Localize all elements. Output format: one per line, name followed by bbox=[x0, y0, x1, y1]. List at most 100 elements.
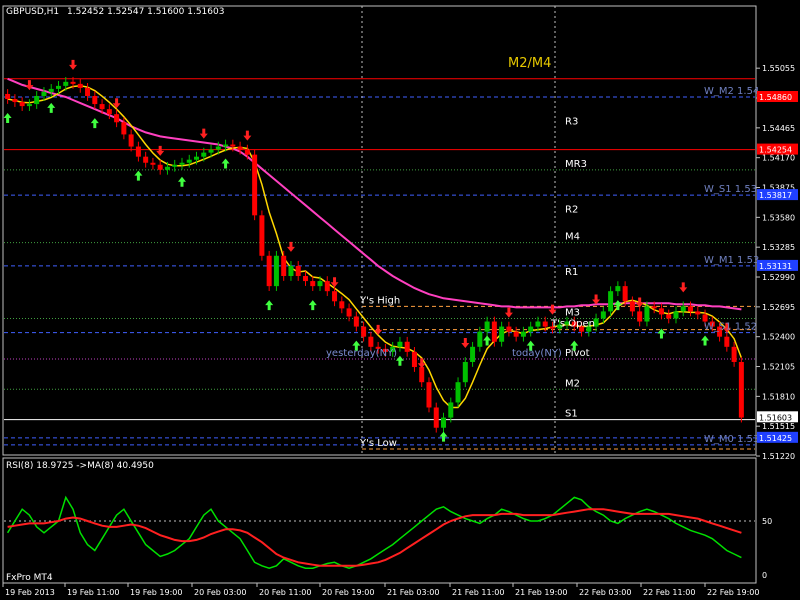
candle-body-16 bbox=[121, 122, 127, 135]
candle-body-40 bbox=[295, 265, 301, 277]
candle-body-26 bbox=[194, 156, 200, 160]
x-tick-label-5: 20 Feb 19:00 bbox=[322, 588, 374, 597]
candle-body-62 bbox=[455, 382, 461, 403]
candle-body-61 bbox=[448, 402, 454, 418]
candle-body-88 bbox=[644, 306, 650, 322]
level-label-19: Y's Low bbox=[359, 438, 397, 449]
candle-body-66 bbox=[484, 321, 490, 332]
candle-body-25 bbox=[186, 159, 192, 163]
candle-body-100 bbox=[731, 346, 737, 362]
broker-label: FxPro MT4 bbox=[6, 573, 53, 583]
candle-body-54 bbox=[397, 341, 403, 347]
y-tick-label-7: 1.52990 bbox=[762, 273, 795, 282]
candle-body-43 bbox=[317, 281, 323, 287]
level-label-15: M2 bbox=[565, 378, 580, 389]
x-tick-label-4: 20 Feb 11:00 bbox=[259, 588, 311, 597]
level-label-5: W_S1 1.53 bbox=[704, 184, 757, 195]
candle-body-73 bbox=[535, 321, 541, 327]
candle-body-70 bbox=[513, 331, 519, 337]
level-label-0: W_M2 1.54 bbox=[704, 86, 759, 97]
candle-body-27 bbox=[201, 152, 207, 157]
today-ny-label: today(NY) bbox=[512, 348, 562, 359]
candle-body-35 bbox=[259, 215, 265, 256]
candle-body-14 bbox=[106, 109, 112, 115]
candle-body-7 bbox=[55, 85, 61, 89]
candle-body-59 bbox=[433, 407, 439, 428]
level-label-12: T's Open bbox=[550, 319, 595, 330]
candle-body-3 bbox=[26, 104, 32, 107]
candle-body-94 bbox=[688, 306, 694, 312]
candle-body-45 bbox=[332, 291, 338, 302]
candle-body-93 bbox=[680, 306, 686, 312]
candle-body-72 bbox=[528, 326, 534, 332]
rsi-tick-1: 0 bbox=[762, 571, 767, 580]
y-tick-label-3: 1.54170 bbox=[762, 154, 795, 163]
y-tick-label-12: 1.51515 bbox=[762, 422, 795, 431]
candle-body-58 bbox=[426, 382, 432, 408]
level-label-13: W_S1 1.52 bbox=[704, 322, 757, 333]
candle-body-42 bbox=[310, 281, 316, 287]
candle-body-91 bbox=[666, 314, 672, 319]
candle-body-1 bbox=[12, 99, 18, 103]
level-label-11: M3 bbox=[565, 307, 580, 318]
candle-body-10 bbox=[77, 83, 83, 88]
candle-body-11 bbox=[85, 87, 91, 96]
candle-body-18 bbox=[135, 146, 141, 157]
x-tick-label-1: 19 Feb 11:00 bbox=[67, 588, 119, 597]
y-tick-label-0: 1.55055 bbox=[762, 64, 795, 73]
x-tick-label-11: 22 Feb 19:00 bbox=[707, 588, 759, 597]
candle-body-24 bbox=[179, 162, 185, 165]
y-tick-label-2: 1.54465 bbox=[762, 124, 795, 133]
mt4-chart[interactable]: W_M2 1.54 R3 MR3 W_S1 1.53 R2 M4 W_M1 1.53 R1 Y'… bbox=[0, 0, 800, 600]
candle-body-74 bbox=[542, 321, 548, 327]
level-label-9: R1 bbox=[565, 267, 578, 278]
candle-body-86 bbox=[629, 301, 635, 312]
candle-body-0 bbox=[5, 93, 11, 100]
x-tick-label-0: 19 Feb 2013 bbox=[5, 588, 55, 597]
candle-body-55 bbox=[404, 341, 410, 352]
candle-body-21 bbox=[157, 164, 163, 170]
price-tag-3: 1.54254 bbox=[759, 146, 792, 155]
current-price-label: 1.51603 bbox=[759, 413, 792, 422]
price-tag-0: 1.54860 bbox=[759, 93, 792, 102]
candle-body-32 bbox=[237, 146, 243, 150]
rsi-tick-0: 50 bbox=[762, 517, 772, 526]
candle-body-12 bbox=[92, 95, 98, 105]
ohlc-label: 1.52452 1.52547 1.51600 1.51603 bbox=[67, 7, 224, 17]
candle-body-13 bbox=[99, 104, 105, 110]
x-tick-label-6: 21 Feb 03:00 bbox=[387, 588, 439, 597]
candle-body-15 bbox=[114, 114, 120, 123]
level-label-2: R3 bbox=[565, 116, 578, 127]
level-label-6: R2 bbox=[565, 204, 578, 215]
y-tick-label-11: 1.51810 bbox=[762, 392, 795, 401]
symbol-label: GBPUSD,H1 bbox=[6, 7, 59, 17]
candle-body-56 bbox=[411, 351, 417, 368]
candle-body-48 bbox=[353, 316, 359, 327]
candle-body-9 bbox=[70, 81, 76, 84]
candle-body-33 bbox=[244, 149, 250, 155]
level-label-18: W_M0 1.53 bbox=[704, 434, 759, 445]
x-tick-label-3: 20 Feb 03:00 bbox=[194, 588, 246, 597]
candle-body-38 bbox=[281, 255, 287, 277]
level-label-7: M4 bbox=[565, 232, 580, 243]
candle-body-5 bbox=[41, 91, 47, 96]
candle-body-87 bbox=[637, 311, 643, 322]
candle-body-17 bbox=[128, 134, 134, 147]
x-tick-label-8: 21 Feb 19:00 bbox=[515, 588, 567, 597]
candle-body-96 bbox=[702, 314, 708, 322]
x-tick-label-2: 19 Feb 19:00 bbox=[130, 588, 182, 597]
candle-body-101 bbox=[738, 361, 744, 418]
candle-body-4 bbox=[34, 95, 40, 105]
level-label-14: Pivot bbox=[565, 348, 590, 359]
candle-body-46 bbox=[339, 301, 345, 309]
candle-body-50 bbox=[368, 336, 374, 347]
m2-m4-label: M2/M4 bbox=[508, 56, 551, 71]
x-tick-label-9: 22 Feb 03:00 bbox=[579, 588, 631, 597]
rsi-title: RSI(8) 18.9725 ->MA(8) 40.4950 bbox=[6, 461, 154, 471]
candle-body-60 bbox=[441, 417, 447, 428]
candle-body-49 bbox=[361, 326, 367, 337]
candle-body-90 bbox=[658, 308, 664, 315]
level-label-4: MR3 bbox=[565, 159, 587, 170]
candle-body-31 bbox=[230, 144, 236, 147]
candle-body-47 bbox=[346, 308, 352, 317]
